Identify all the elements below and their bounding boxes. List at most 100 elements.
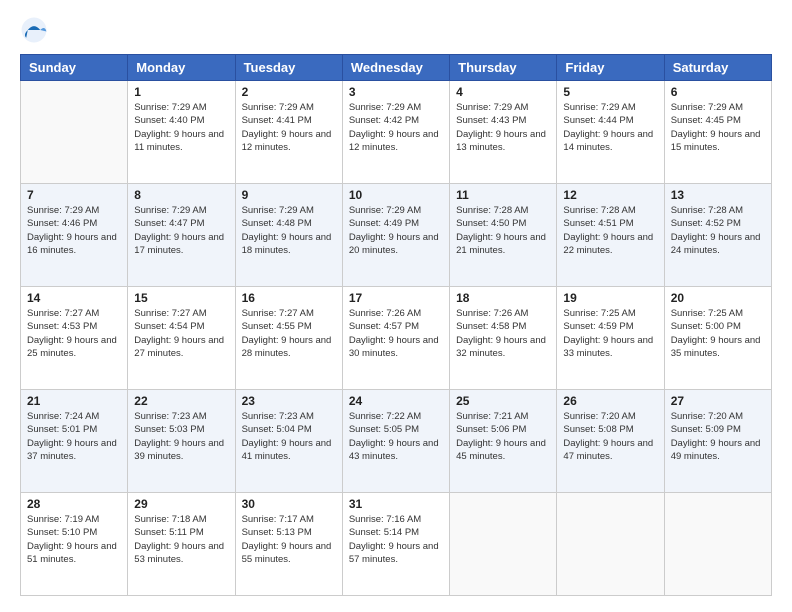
day-number: 2 [242, 85, 336, 99]
day-detail: Sunrise: 7:18 AMSunset: 5:11 PMDaylight:… [134, 513, 228, 566]
day-detail: Sunrise: 7:29 AMSunset: 4:41 PMDaylight:… [242, 101, 336, 154]
weekday-header-friday: Friday [557, 55, 664, 81]
calendar-cell: 11 Sunrise: 7:28 AMSunset: 4:50 PMDayligh… [450, 184, 557, 287]
day-detail: Sunrise: 7:17 AMSunset: 5:13 PMDaylight:… [242, 513, 336, 566]
calendar-cell: 6 Sunrise: 7:29 AMSunset: 4:45 PMDaylight… [664, 81, 771, 184]
calendar-cell: 18 Sunrise: 7:26 AMSunset: 4:58 PMDayligh… [450, 287, 557, 390]
calendar-cell: 24 Sunrise: 7:22 AMSunset: 5:05 PMDayligh… [342, 390, 449, 493]
calendar-cell: 29 Sunrise: 7:18 AMSunset: 5:11 PMDayligh… [128, 493, 235, 596]
day-detail: Sunrise: 7:29 AMSunset: 4:42 PMDaylight:… [349, 101, 443, 154]
calendar-cell: 31Sunrise: 7:16 AMSunset: 5:14 PMDayligh… [342, 493, 449, 596]
weekday-header-row: SundayMondayTuesdayWednesdayThursdayFrid… [21, 55, 772, 81]
day-number: 9 [242, 188, 336, 202]
logo-area [20, 16, 52, 44]
calendar-cell: 22 Sunrise: 7:23 AMSunset: 5:03 PMDayligh… [128, 390, 235, 493]
logo-icon [20, 16, 48, 44]
day-number: 27 [671, 394, 765, 408]
day-number: 20 [671, 291, 765, 305]
calendar-cell: 19 Sunrise: 7:25 AMSunset: 4:59 PMDayligh… [557, 287, 664, 390]
calendar-cell: 4 Sunrise: 7:29 AMSunset: 4:43 PMDaylight… [450, 81, 557, 184]
day-detail: Sunrise: 7:29 AMSunset: 4:46 PMDaylight:… [27, 204, 121, 257]
calendar-cell: 27 Sunrise: 7:20 AMSunset: 5:09 PMDayligh… [664, 390, 771, 493]
calendar-cell: 23Sunrise: 7:23 AMSunset: 5:04 PMDayligh… [235, 390, 342, 493]
day-detail: Sunrise: 7:26 AMSunset: 4:58 PMDaylight:… [456, 307, 550, 360]
day-number: 12 [563, 188, 657, 202]
day-number: 15 [134, 291, 228, 305]
calendar-cell: 9 Sunrise: 7:29 AMSunset: 4:48 PMDaylight… [235, 184, 342, 287]
calendar-cell: 20 Sunrise: 7:25 AMSunset: 5:00 PMDayligh… [664, 287, 771, 390]
day-detail: Sunrise: 7:29 AMSunset: 4:47 PMDaylight:… [134, 204, 228, 257]
day-detail: Sunrise: 7:25 AMSunset: 4:59 PMDaylight:… [563, 307, 657, 360]
calendar-cell: 26Sunrise: 7:20 AMSunset: 5:08 PMDayligh… [557, 390, 664, 493]
day-number: 18 [456, 291, 550, 305]
day-detail: Sunrise: 7:27 AMSunset: 4:55 PMDaylight:… [242, 307, 336, 360]
weekday-header-monday: Monday [128, 55, 235, 81]
calendar-cell: 17 Sunrise: 7:26 AMSunset: 4:57 PMDayligh… [342, 287, 449, 390]
week-row-1: 7 Sunrise: 7:29 AMSunset: 4:46 PMDaylight… [21, 184, 772, 287]
day-number: 14 [27, 291, 121, 305]
day-number: 29 [134, 497, 228, 511]
day-detail: Sunrise: 7:29 AMSunset: 4:48 PMDaylight:… [242, 204, 336, 257]
day-number: 16 [242, 291, 336, 305]
calendar-table: SundayMondayTuesdayWednesdayThursdayFrid… [20, 54, 772, 596]
day-detail: Sunrise: 7:25 AMSunset: 5:00 PMDaylight:… [671, 307, 765, 360]
day-number: 24 [349, 394, 443, 408]
day-detail: Sunrise: 7:29 AMSunset: 4:43 PMDaylight:… [456, 101, 550, 154]
day-detail: Sunrise: 7:23 AMSunset: 5:04 PMDaylight:… [242, 410, 336, 463]
weekday-header-thursday: Thursday [450, 55, 557, 81]
calendar-cell: 28 Sunrise: 7:19 AMSunset: 5:10 PMDayligh… [21, 493, 128, 596]
day-detail: Sunrise: 7:29 AMSunset: 4:45 PMDaylight:… [671, 101, 765, 154]
header [20, 16, 772, 44]
day-detail: Sunrise: 7:28 AMSunset: 4:50 PMDaylight:… [456, 204, 550, 257]
calendar-cell: 14 Sunrise: 7:27 AMSunset: 4:53 PMDayligh… [21, 287, 128, 390]
day-number: 30 [242, 497, 336, 511]
day-detail: Sunrise: 7:26 AMSunset: 4:57 PMDaylight:… [349, 307, 443, 360]
calendar-cell [557, 493, 664, 596]
calendar-cell: 1Sunrise: 7:29 AMSunset: 4:40 PMDaylight… [128, 81, 235, 184]
day-detail: Sunrise: 7:28 AMSunset: 4:51 PMDaylight:… [563, 204, 657, 257]
day-number: 26 [563, 394, 657, 408]
weekday-header-wednesday: Wednesday [342, 55, 449, 81]
weekday-header-sunday: Sunday [21, 55, 128, 81]
calendar-cell [450, 493, 557, 596]
weekday-header-tuesday: Tuesday [235, 55, 342, 81]
day-detail: Sunrise: 7:29 AMSunset: 4:44 PMDaylight:… [563, 101, 657, 154]
calendar-cell: 7 Sunrise: 7:29 AMSunset: 4:46 PMDaylight… [21, 184, 128, 287]
calendar-cell: 25 Sunrise: 7:21 AMSunset: 5:06 PMDayligh… [450, 390, 557, 493]
day-detail: Sunrise: 7:24 AMSunset: 5:01 PMDaylight:… [27, 410, 121, 463]
calendar-cell: 8Sunrise: 7:29 AMSunset: 4:47 PMDaylight… [128, 184, 235, 287]
weekday-header-saturday: Saturday [664, 55, 771, 81]
day-number: 5 [563, 85, 657, 99]
calendar-cell: 2 Sunrise: 7:29 AMSunset: 4:41 PMDaylight… [235, 81, 342, 184]
week-row-2: 14 Sunrise: 7:27 AMSunset: 4:53 PMDayligh… [21, 287, 772, 390]
day-number: 22 [134, 394, 228, 408]
day-detail: Sunrise: 7:21 AMSunset: 5:06 PMDaylight:… [456, 410, 550, 463]
day-number: 21 [27, 394, 121, 408]
calendar-cell [21, 81, 128, 184]
day-number: 13 [671, 188, 765, 202]
day-number: 4 [456, 85, 550, 99]
day-number: 3 [349, 85, 443, 99]
day-number: 6 [671, 85, 765, 99]
day-number: 11 [456, 188, 550, 202]
day-detail: Sunrise: 7:23 AMSunset: 5:03 PMDaylight:… [134, 410, 228, 463]
calendar-cell: 30 Sunrise: 7:17 AMSunset: 5:13 PMDayligh… [235, 493, 342, 596]
day-number: 1 [134, 85, 228, 99]
day-number: 7 [27, 188, 121, 202]
day-detail: Sunrise: 7:19 AMSunset: 5:10 PMDaylight:… [27, 513, 121, 566]
calendar-cell: 16 Sunrise: 7:27 AMSunset: 4:55 PMDayligh… [235, 287, 342, 390]
day-number: 28 [27, 497, 121, 511]
day-detail: Sunrise: 7:27 AMSunset: 4:54 PMDaylight:… [134, 307, 228, 360]
day-number: 17 [349, 291, 443, 305]
day-detail: Sunrise: 7:27 AMSunset: 4:53 PMDaylight:… [27, 307, 121, 360]
day-number: 19 [563, 291, 657, 305]
calendar-cell: 10Sunrise: 7:29 AMSunset: 4:49 PMDayligh… [342, 184, 449, 287]
day-detail: Sunrise: 7:22 AMSunset: 5:05 PMDaylight:… [349, 410, 443, 463]
day-number: 25 [456, 394, 550, 408]
calendar-cell: 5 Sunrise: 7:29 AMSunset: 4:44 PMDaylight… [557, 81, 664, 184]
week-row-4: 28 Sunrise: 7:19 AMSunset: 5:10 PMDayligh… [21, 493, 772, 596]
calendar-cell: 12 Sunrise: 7:28 AMSunset: 4:51 PMDayligh… [557, 184, 664, 287]
day-detail: Sunrise: 7:20 AMSunset: 5:09 PMDaylight:… [671, 410, 765, 463]
logo [20, 16, 52, 44]
calendar-cell: 13Sunrise: 7:28 AMSunset: 4:52 PMDayligh… [664, 184, 771, 287]
